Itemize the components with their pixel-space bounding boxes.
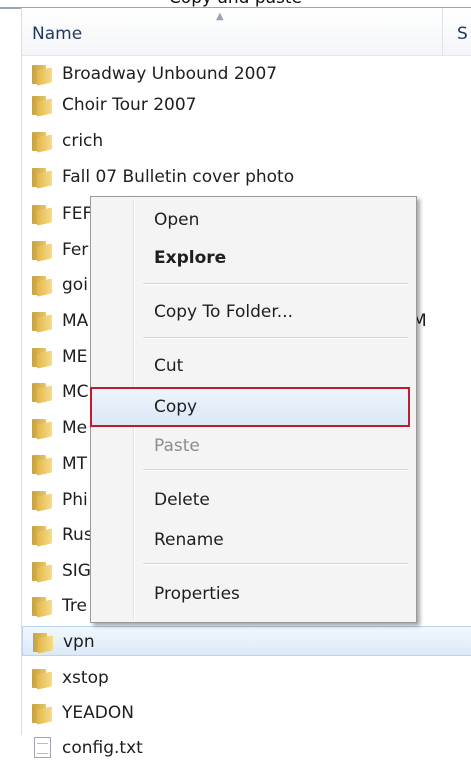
folder-row[interactable]: YEADON xyxy=(22,698,471,728)
context-menu: Open Explore Copy To Folder... Cut Copy Paste… xyxy=(90,196,417,623)
item-name: Fall 07 Bulletin cover photo xyxy=(62,167,295,187)
menu-separator xyxy=(143,283,408,285)
menu-item-label: Delete xyxy=(154,490,210,510)
menu-separator xyxy=(143,469,408,471)
folder-icon xyxy=(32,703,52,725)
item-name: Me xyxy=(62,418,88,438)
item-name: xstop xyxy=(62,668,109,688)
menu-item-copy-to-folder[interactable]: Copy To Folder... xyxy=(92,295,415,331)
folder-icon xyxy=(32,95,52,117)
item-name: YEADON xyxy=(62,703,134,723)
menu-item-open[interactable]: Open xyxy=(92,203,415,239)
menu-separator xyxy=(143,563,408,565)
item-name: vpn xyxy=(63,632,95,652)
item-name: MC xyxy=(62,382,89,402)
folder-row[interactable]: xstop xyxy=(22,663,471,693)
folder-icon xyxy=(32,275,52,297)
item-name: config.txt xyxy=(62,738,143,758)
folder-icon xyxy=(32,64,52,86)
item-name: Phi xyxy=(62,490,88,510)
item-name: Tre xyxy=(62,596,87,616)
folder-icon xyxy=(32,131,52,153)
menu-separator xyxy=(143,337,408,339)
folder-icon xyxy=(32,204,52,226)
menu-item-cut[interactable]: Cut xyxy=(92,349,415,385)
menu-item-label: Cut xyxy=(154,356,184,376)
folder-icon xyxy=(32,167,52,189)
menu-item-label: Properties xyxy=(154,584,240,604)
sort-ascending-icon: ▲ xyxy=(216,11,224,22)
item-name: FEF xyxy=(62,204,93,224)
folder-icon xyxy=(33,632,53,654)
menu-item-label: Explore xyxy=(154,248,227,268)
folder-row[interactable]: crich xyxy=(22,126,471,156)
column-header-size[interactable]: S xyxy=(457,24,468,44)
item-name: MA xyxy=(62,311,89,331)
item-name: crich xyxy=(62,131,104,151)
folder-icon xyxy=(32,668,52,690)
folder-row[interactable]: Broadway Unbound 2007 xyxy=(22,59,471,89)
folder-icon xyxy=(32,490,52,512)
item-name: Rus xyxy=(62,525,93,545)
menu-item-label: Rename xyxy=(154,530,224,550)
file-row[interactable]: config.txt xyxy=(22,733,471,763)
text-file-icon xyxy=(34,737,51,758)
folder-icon xyxy=(32,382,52,404)
folder-row[interactable]: Choir Tour 2007 xyxy=(22,90,471,120)
column-header: ▲ Name S xyxy=(22,8,471,56)
folder-icon xyxy=(32,418,52,440)
menu-item-label: Copy xyxy=(154,397,198,417)
column-header-name[interactable]: Name xyxy=(32,24,82,44)
menu-item-rename[interactable]: Rename xyxy=(92,523,415,559)
item-name: ME xyxy=(62,347,88,367)
menu-item-delete[interactable]: Delete xyxy=(92,483,415,519)
folder-row[interactable]: vpn xyxy=(22,626,471,656)
folder-icon xyxy=(32,596,52,618)
item-name: Broadway Unbound 2007 xyxy=(62,64,278,84)
menu-item-copy[interactable]: Copy xyxy=(90,387,410,427)
menu-item-explore[interactable]: Explore xyxy=(92,241,415,277)
item-name: Fer xyxy=(62,240,89,260)
item-name: MT xyxy=(62,454,88,474)
folder-icon xyxy=(32,240,52,262)
folder-icon xyxy=(32,525,52,547)
column-divider[interactable] xyxy=(442,8,443,56)
item-name: Choir Tour 2007 xyxy=(62,95,197,115)
menu-item-properties[interactable]: Properties xyxy=(92,577,415,613)
menu-item-paste[interactable]: Paste xyxy=(92,429,415,465)
folder-icon xyxy=(32,454,52,476)
folder-row[interactable]: Fall 07 Bulletin cover photo xyxy=(22,162,471,192)
item-name: SIG xyxy=(62,561,91,581)
menu-item-label: Open xyxy=(154,210,200,230)
folder-icon xyxy=(32,347,52,369)
menu-item-label: Copy To Folder... xyxy=(154,302,294,322)
item-name: goi xyxy=(62,275,88,295)
menu-item-label: Paste xyxy=(154,436,200,456)
folder-icon xyxy=(32,561,52,583)
folder-icon xyxy=(32,311,52,333)
